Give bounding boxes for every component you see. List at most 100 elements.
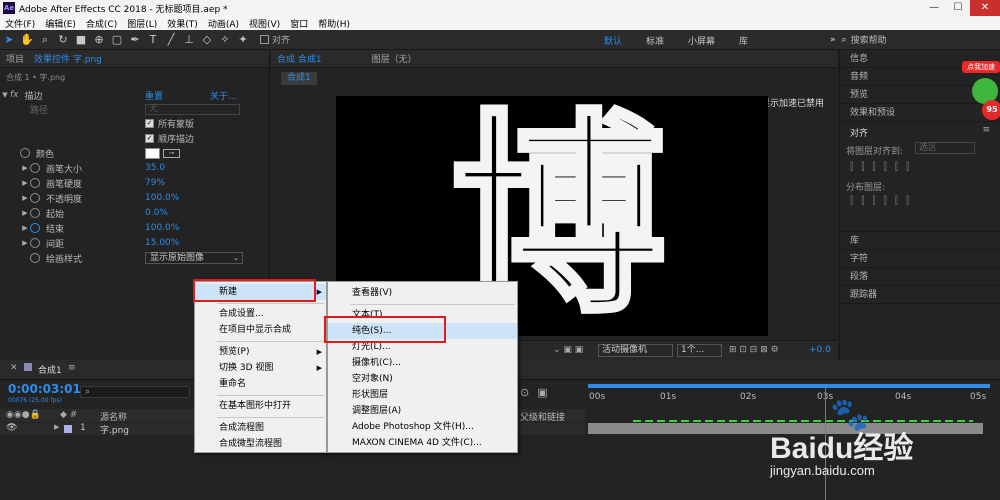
- expand-arrow-icon[interactable]: ▶: [54, 423, 59, 431]
- menu-item-null-object[interactable]: 空对象(N): [328, 371, 517, 387]
- type-tool-icon[interactable]: T: [144, 31, 162, 49]
- close-icon[interactable]: ✕: [10, 363, 18, 373]
- maximize-button[interactable]: ☐: [946, 0, 970, 16]
- selection-tool-icon[interactable]: ➤: [0, 31, 18, 49]
- camera-dropdown[interactable]: 活动摄像机: [598, 344, 673, 357]
- exposure-value[interactable]: +0.0: [809, 345, 831, 355]
- menu-item-reveal-in-project[interactable]: 在项目中显示合成: [195, 322, 326, 338]
- visibility-eye-icon[interactable]: 👁: [6, 423, 17, 433]
- panel-libraries[interactable]: 库: [840, 232, 1000, 250]
- menu-edit[interactable]: 编辑(E): [40, 17, 81, 30]
- menu-layer[interactable]: 图层(L): [122, 17, 162, 30]
- roto-brush-tool-icon[interactable]: ✧: [216, 31, 234, 49]
- path-dropdown[interactable]: 无: [145, 103, 240, 115]
- sequential-checkbox[interactable]: ✓: [145, 133, 154, 143]
- menu-help[interactable]: 帮助(H): [313, 17, 355, 30]
- menu-item-adjustment-layer[interactable]: 调整图层(A): [328, 403, 517, 419]
- stopwatch-icon[interactable]: [30, 163, 40, 173]
- stopwatch-icon[interactable]: [30, 238, 40, 248]
- help-search[interactable]: » ⌕ 搜索帮助: [830, 33, 887, 47]
- search-help-input[interactable]: 搜索帮助: [851, 33, 887, 46]
- stopwatch-icon[interactable]: [30, 178, 40, 188]
- menu-item-comp-flowchart[interactable]: 合成流程图: [195, 420, 326, 436]
- panel-menu-icon[interactable]: »: [830, 35, 836, 45]
- menu-file[interactable]: 文件(F): [0, 17, 40, 30]
- pen-tool-icon[interactable]: ✒: [126, 31, 144, 49]
- property-value[interactable]: 0.0%: [145, 208, 168, 218]
- layer-duration-bar[interactable]: [588, 420, 983, 434]
- stopwatch-icon[interactable]: [30, 253, 40, 263]
- tab-layer[interactable]: 图层（无）: [372, 52, 417, 65]
- stopwatch-icon[interactable]: [30, 193, 40, 203]
- property-value[interactable]: 100.0%: [145, 223, 179, 233]
- panel-menu-icon[interactable]: ≡: [68, 363, 76, 373]
- property-value[interactable]: 79%: [145, 178, 165, 188]
- timeline-tab[interactable]: 合成1: [38, 363, 62, 376]
- panel-paragraph[interactable]: 段落: [840, 268, 1000, 286]
- tab-effect-controls[interactable]: 效果控件 字.png: [34, 52, 102, 65]
- property-row[interactable]: ▶ 画笔硬度 79%: [0, 176, 268, 190]
- about-link[interactable]: 关于...: [210, 89, 237, 102]
- property-row[interactable]: ▶ 不透明度 100.0%: [0, 191, 268, 205]
- paint-style-dropdown[interactable]: 显示原始图像 ⌄: [145, 252, 243, 264]
- menu-item-switch-3d-view[interactable]: 切换 3D 视图 ▶: [195, 360, 326, 376]
- work-area-bar[interactable]: [588, 384, 990, 388]
- menu-view[interactable]: 视图(V): [244, 17, 285, 30]
- timeline-switches-icon[interactable]: ⊙▣: [520, 386, 556, 399]
- workspace-standard[interactable]: 标准: [646, 34, 664, 47]
- align-checkbox-box[interactable]: [260, 35, 269, 44]
- view-options-icon[interactable]: ⊞ ⊡ ⊟ ⊠ ⚙: [729, 345, 779, 355]
- effect-header-row[interactable]: ▼ fx 描边 重置 关于...: [0, 88, 268, 102]
- expand-arrow-icon[interactable]: ▼: [0, 91, 10, 99]
- panel-character[interactable]: 字符: [840, 250, 1000, 268]
- views-dropdown[interactable]: 1个...: [677, 344, 722, 357]
- rotate-tool-icon[interactable]: ↻: [54, 31, 72, 49]
- expand-arrow-icon[interactable]: ▶: [20, 239, 30, 247]
- menu-effect[interactable]: 效果(T): [162, 17, 203, 30]
- menu-item-comp-settings[interactable]: 合成设置...: [195, 306, 326, 322]
- menu-composition[interactable]: 合成(C): [81, 17, 122, 30]
- menu-item-viewer[interactable]: 查看器(V): [328, 285, 517, 301]
- layer-label-color[interactable]: [64, 425, 72, 433]
- mask-tool-icon[interactable]: ▢: [108, 31, 126, 49]
- eyedropper-icon[interactable]: ⊸: [163, 148, 180, 158]
- menu-animation[interactable]: 动画(A): [203, 17, 244, 30]
- menu-item-photoshop-file[interactable]: Adobe Photoshop 文件(H)...: [328, 419, 517, 435]
- layer-name[interactable]: 字.png: [100, 423, 129, 436]
- menu-item-comp-mini-flowchart[interactable]: 合成微型流程图: [195, 436, 326, 452]
- align-buttons-icon[interactable]: ⫿⫿⫿⫿⫿⫿: [850, 162, 917, 173]
- clone-stamp-tool-icon[interactable]: ⊥: [180, 31, 198, 49]
- brush-tool-icon[interactable]: ╱: [162, 31, 180, 49]
- time-ruler[interactable]: 00s 01s 02s 03s 04s 05s: [585, 380, 1000, 420]
- minimize-button[interactable]: —: [922, 0, 946, 16]
- tab-project[interactable]: 项目: [6, 52, 24, 65]
- menu-item-open-in-essential-graphics[interactable]: 在基本图形中打开: [195, 398, 326, 414]
- property-row[interactable]: ▶ 间距 15.00%: [0, 236, 268, 250]
- all-masks-checkbox[interactable]: ✓: [145, 118, 154, 128]
- property-row[interactable]: ▶ 起始 0.0%: [0, 206, 268, 220]
- color-swatch[interactable]: [145, 147, 160, 159]
- menu-item-cinema4d-file[interactable]: MAXON CINEMA 4D 文件(C)...: [328, 435, 517, 451]
- camera-tool-icon[interactable]: ■: [72, 31, 90, 49]
- tab-composition[interactable]: 合成 合成1: [277, 52, 322, 65]
- stopwatch-active-icon[interactable]: [30, 223, 40, 233]
- workspace-libraries[interactable]: 库: [739, 34, 748, 47]
- property-row[interactable]: ▶ 画笔大小 35.0: [0, 161, 268, 175]
- puppet-tool-icon[interactable]: ✦: [234, 31, 252, 49]
- stopwatch-icon[interactable]: [30, 208, 40, 218]
- menu-item-preview[interactable]: 预览(P) ▶: [195, 344, 326, 360]
- zoom-tool-icon[interactable]: ⌕: [36, 31, 54, 49]
- property-value[interactable]: 15.00%: [145, 238, 179, 248]
- timeline-search-input[interactable]: ⌕: [80, 386, 190, 398]
- comp-subtab[interactable]: 合成1: [281, 72, 317, 85]
- distribute-buttons-icon[interactable]: ⫿⫿⫿⫿⫿⫿: [850, 196, 917, 207]
- panel-tracker[interactable]: 跟踪器: [840, 286, 1000, 304]
- panel-menu-icon[interactable]: ≡: [982, 125, 990, 135]
- menu-item-camera[interactable]: 摄像机(C)...: [328, 355, 517, 371]
- menu-item-shape-layer[interactable]: 形状图层: [328, 387, 517, 403]
- expand-arrow-icon[interactable]: ▶: [20, 224, 30, 232]
- expand-arrow-icon[interactable]: ▶: [20, 179, 30, 187]
- accelerator-badge[interactable]: 点我加速 95: [962, 56, 1000, 126]
- menu-item-rename[interactable]: 重命名: [195, 376, 326, 392]
- timecode[interactable]: 0:00:03:01: [8, 382, 81, 396]
